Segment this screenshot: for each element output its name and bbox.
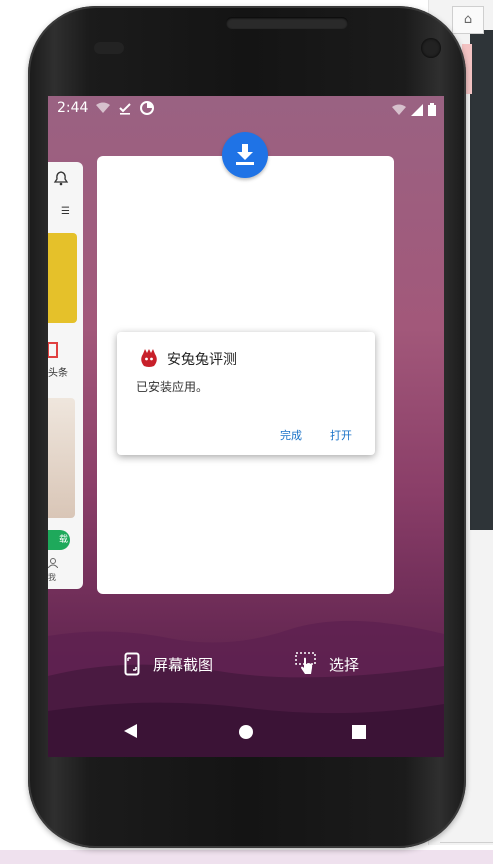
back-icon[interactable] — [122, 723, 138, 739]
install-complete-dialog: 安兔兔评测 已安装应用。 完成 打开 — [117, 332, 375, 455]
dialog-app-name: 安兔兔评测 — [167, 352, 237, 368]
earpiece-speaker — [226, 17, 348, 29]
download-icon — [236, 144, 254, 165]
recents-icon[interactable] — [352, 725, 366, 739]
status-bar: 2:44 — [48, 96, 444, 120]
signal-icon — [410, 104, 423, 116]
person-icon — [48, 558, 58, 568]
recent-app-card-partial[interactable]: ☰ 头条 载 我 — [48, 162, 83, 589]
battery-icon — [428, 103, 436, 116]
select-icon — [295, 652, 316, 674]
screenshot-icon — [124, 652, 140, 676]
done-button[interactable]: 完成 — [280, 427, 302, 443]
wifi-icon — [96, 102, 110, 113]
status-time: 2:44 — [57, 100, 89, 116]
side-card-label: 头条 — [48, 368, 68, 379]
status-system-icons — [391, 101, 436, 120]
menu-icon: ☰ — [61, 206, 70, 217]
wifi-icon — [391, 104, 406, 115]
desktop-divider — [440, 842, 493, 843]
home-icon[interactable] — [239, 725, 253, 739]
antutu-icon — [141, 349, 157, 367]
phone-screen: 2:44 ☰ 头条 载 我 安兔兔评测 已安装应用。 完成 打开 屏幕截图 选择 — [48, 96, 444, 757]
data-saver-icon — [140, 100, 155, 115]
front-sensor — [94, 42, 124, 54]
check-icon — [119, 102, 131, 115]
side-card-button[interactable]: 载 — [48, 530, 70, 550]
open-button[interactable]: 打开 — [330, 427, 352, 443]
status-notification-icons — [96, 100, 155, 115]
screenshot-label: 屏幕截图 — [153, 656, 214, 674]
select-label: 选择 — [329, 656, 360, 674]
side-card-photo — [48, 398, 75, 518]
desktop-bottom-strip — [0, 850, 493, 864]
side-card-tab-label: 我 — [48, 573, 56, 582]
desktop-dark-panel — [470, 30, 493, 530]
download-app-badge[interactable] — [222, 132, 268, 178]
dialog-message: 已安装应用。 — [136, 380, 209, 394]
news-icon — [48, 342, 58, 358]
desktop-home-icon[interactable]: ⌂ — [452, 6, 484, 34]
front-camera — [421, 38, 441, 58]
banner-image — [48, 233, 77, 323]
bell-icon — [53, 171, 69, 186]
